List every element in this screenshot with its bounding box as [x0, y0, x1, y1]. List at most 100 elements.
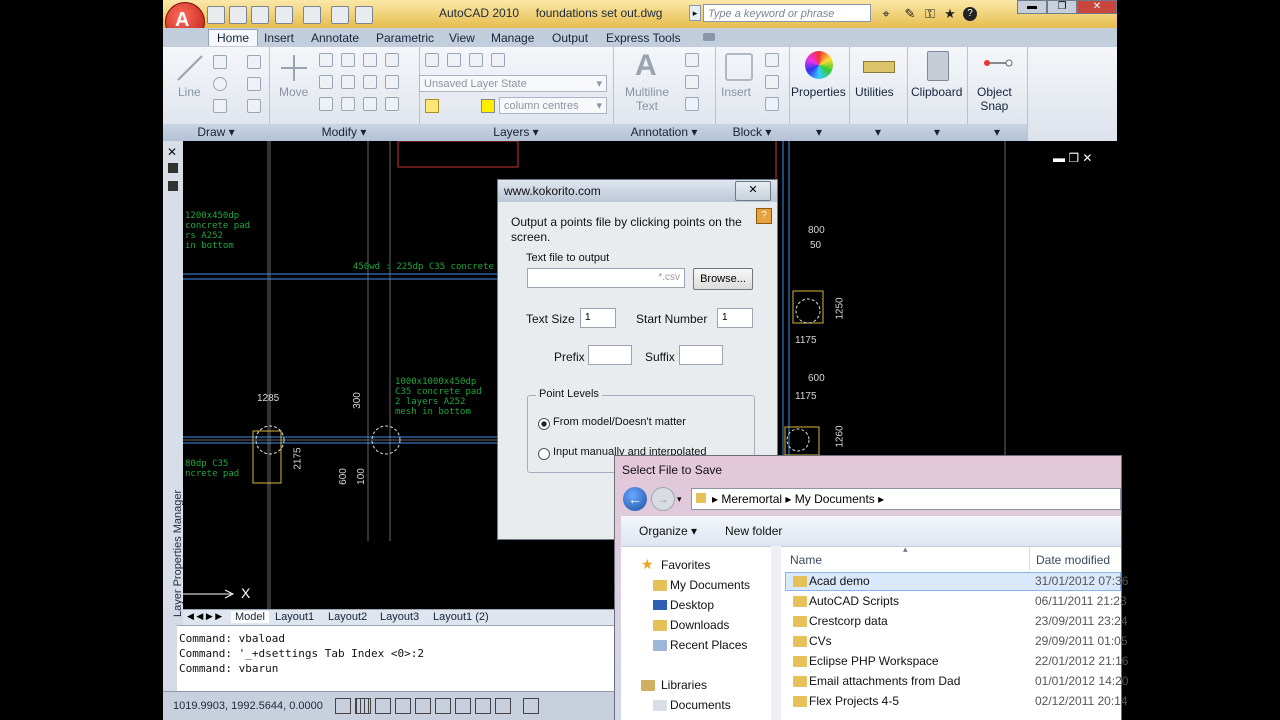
clipboard-expand[interactable]: ▾	[907, 124, 967, 141]
explode-icon[interactable]	[341, 97, 355, 111]
tools-icon[interactable]: ✎	[903, 7, 917, 21]
lightbulb-icon[interactable]	[425, 99, 439, 113]
breadcrumb-item[interactable]: My Documents	[795, 492, 875, 506]
circle-icon[interactable]	[213, 77, 227, 91]
block-panel-title[interactable]: Block ▾	[715, 124, 789, 141]
file-name[interactable]: Eclipse PHP Workspace	[809, 654, 939, 668]
chevron-down-icon[interactable]: ▾	[677, 494, 682, 505]
close-icon[interactable]: ✕	[167, 145, 177, 159]
prefix-input[interactable]	[588, 345, 632, 365]
nav-libraries[interactable]: Libraries	[661, 678, 707, 692]
properties-menu-icon[interactable]	[168, 181, 178, 191]
utilities-button[interactable]: Utilities	[855, 85, 894, 99]
tab-layout1[interactable]: Layout1	[275, 611, 314, 623]
new-folder-button[interactable]: New folder	[725, 524, 782, 538]
nav-my-documents[interactable]: My Documents	[670, 578, 750, 592]
draw-panel-title[interactable]: Draw ▾	[163, 124, 269, 141]
region-icon[interactable]	[247, 99, 261, 113]
tab-annotate[interactable]: Annotate	[311, 31, 359, 45]
tab-output[interactable]: Output	[552, 31, 588, 45]
undo-icon[interactable]	[275, 6, 293, 24]
properties-button[interactable]: Properties	[791, 85, 846, 99]
suffix-input[interactable]	[679, 345, 723, 365]
layers-panel-title[interactable]: Layers ▾	[419, 124, 613, 141]
modify-panel-title[interactable]: Modify ▾	[269, 124, 419, 141]
object-snap-expand[interactable]: ▾	[967, 124, 1027, 141]
nav-desktop[interactable]: Desktop	[670, 598, 714, 612]
tab-parametric[interactable]: Parametric	[376, 31, 434, 45]
file-name[interactable]: Acad demo	[809, 574, 870, 588]
tab-layout2[interactable]: Layout2	[328, 611, 367, 623]
leader-icon[interactable]	[685, 75, 699, 89]
tab-home[interactable]: Home	[208, 29, 259, 46]
nav-scrollbar[interactable]	[771, 546, 781, 720]
tab-layout3[interactable]: Layout3	[380, 611, 419, 623]
minimize-icon[interactable]: ▬	[1017, 0, 1047, 14]
autohide-icon[interactable]	[168, 163, 178, 173]
browse-button[interactable]: Browse...	[693, 268, 753, 290]
file-name[interactable]: AutoCAD Scripts	[809, 594, 899, 608]
dimension-icon[interactable]	[685, 53, 699, 67]
layer-state-combo[interactable]: Unsaved Layer State ▾	[419, 75, 607, 92]
column-name[interactable]: Name	[790, 553, 822, 567]
file-name[interactable]: CVs	[809, 634, 832, 648]
chevron-right-icon[interactable]: ▸	[689, 5, 701, 21]
column-date-modified[interactable]: Date modified	[1036, 553, 1110, 567]
layer-isolate-icon[interactable]	[491, 53, 505, 67]
offset-icon[interactable]	[341, 75, 355, 89]
multiline-text-button[interactable]: Multiline Text	[625, 85, 669, 113]
grid-icon[interactable]	[355, 698, 371, 714]
osnap-icon[interactable]	[415, 698, 431, 714]
mirror-icon[interactable]	[319, 75, 333, 89]
forward-arrow-icon[interactable]: →	[651, 487, 675, 511]
ortho-icon[interactable]	[375, 698, 391, 714]
nav-recent-places[interactable]: Recent Places	[670, 638, 747, 652]
file-name[interactable]: Flex Projects 4-5	[809, 694, 899, 708]
polyline-icon[interactable]	[213, 55, 227, 69]
hatch-icon[interactable]	[247, 77, 261, 91]
attribute-icon[interactable]	[765, 97, 779, 111]
redo-icon[interactable]	[303, 6, 321, 24]
file-name[interactable]: Crestcorp data	[809, 614, 888, 628]
text-size-input[interactable]: 1	[580, 308, 616, 328]
tab-layout1-2[interactable]: Layout1 (2)	[433, 611, 489, 623]
ducs-icon[interactable]	[455, 698, 471, 714]
clipboard-button[interactable]: Clipboard	[911, 85, 962, 99]
help-icon[interactable]: ?	[756, 208, 772, 224]
fillet-icon[interactable]	[385, 53, 399, 67]
exchange-icon[interactable]: ⚿	[923, 7, 937, 21]
rectangle-icon[interactable]	[247, 55, 261, 69]
tab-express-tools[interactable]: Express Tools	[606, 31, 680, 45]
tab-model[interactable]: Model	[231, 611, 269, 623]
favorites-icon[interactable]: ★	[943, 7, 957, 21]
breadcrumb-item[interactable]: Meremortal	[721, 492, 782, 506]
save-icon[interactable]	[251, 6, 269, 24]
current-layer-combo[interactable]: column centres ▾	[499, 97, 607, 114]
chamfer-icon[interactable]	[385, 97, 399, 111]
start-number-input[interactable]: 1	[717, 308, 753, 328]
open-icon[interactable]	[229, 6, 247, 24]
tab-view[interactable]: View	[449, 31, 475, 45]
file-name[interactable]: Email attachments from Dad	[809, 674, 960, 688]
radio-manual[interactable]	[538, 448, 550, 460]
erase-icon[interactable]	[363, 97, 377, 111]
nav-favorites[interactable]: Favorites	[661, 558, 710, 572]
create-block-icon[interactable]	[765, 53, 779, 67]
edit-block-icon[interactable]	[765, 75, 779, 89]
nav-documents[interactable]: Documents	[670, 698, 731, 712]
insert-button[interactable]: Insert	[721, 85, 751, 99]
search-input[interactable]: Type a keyword or phrase	[703, 4, 871, 22]
lineweight-icon[interactable]	[495, 698, 511, 714]
tab-manage[interactable]: Manage	[491, 31, 534, 45]
dyn-icon[interactable]	[475, 698, 491, 714]
help-icon[interactable]: ?	[963, 7, 977, 21]
stretch-icon[interactable]	[363, 75, 377, 89]
line-button[interactable]: Line	[178, 85, 201, 99]
column-divider[interactable]	[1029, 546, 1030, 570]
binoculars-icon[interactable]: ⌖	[879, 7, 893, 21]
snap-icon[interactable]	[335, 698, 351, 714]
quick-properties-icon[interactable]	[523, 698, 539, 714]
otrack-icon[interactable]	[435, 698, 451, 714]
plot-icon[interactable]	[331, 6, 349, 24]
radio-model[interactable]	[538, 418, 550, 430]
